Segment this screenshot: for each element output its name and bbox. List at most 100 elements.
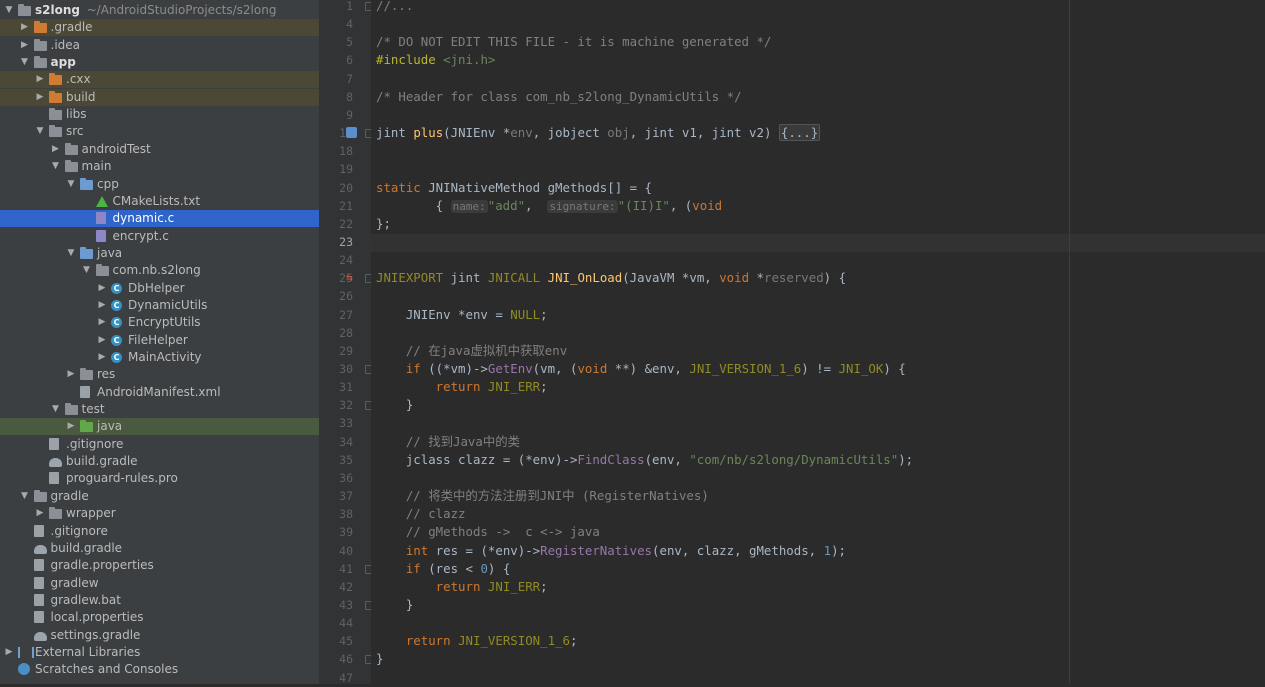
c-file-icon	[95, 212, 106, 225]
chevron-right-icon[interactable]: ▶	[96, 280, 108, 297]
code-line[interactable]: return JNI_ERR;	[376, 578, 548, 596]
chevron-right-icon[interactable]: ▶	[96, 349, 108, 366]
code-line[interactable]: if (res < 0) {	[376, 560, 510, 578]
tree-item-build[interactable]: ▶ build	[0, 88, 319, 106]
code-token: ) {	[883, 361, 906, 376]
chevron-down-icon[interactable]: ▼	[50, 401, 62, 418]
tree-item-manifest[interactable]: AndroidManifest.xml	[0, 384, 319, 401]
code-line[interactable]: //...	[376, 0, 413, 15]
tree-item-app-gitignore[interactable]: .gitignore	[0, 436, 319, 453]
chevron-right-icon[interactable]: ▶	[34, 89, 46, 106]
chevron-down-icon[interactable]: ▼	[19, 54, 31, 71]
tree-item-dynamic-c[interactable]: dynamic.c	[0, 210, 319, 228]
tree-item-libs[interactable]: libs	[0, 106, 319, 123]
tree-item-dbhelper[interactable]: ▶ C DbHelper	[0, 280, 319, 297]
chevron-down-icon[interactable]: ▼	[3, 2, 15, 19]
code-line[interactable]: /* DO NOT EDIT THIS FILE - it is machine…	[376, 33, 771, 51]
tree-item-app-build-gradle[interactable]: build.gradle	[0, 453, 319, 470]
code-token: JNIEXPORT	[376, 270, 451, 286]
tree-item-mainactivity[interactable]: ▶ C MainActivity	[0, 349, 319, 366]
tree-item-test[interactable]: ▼ test	[0, 401, 319, 418]
chevron-right-icon[interactable]: ▶	[34, 505, 46, 522]
tree-item-wrapper[interactable]: ▶ wrapper	[0, 505, 319, 522]
implemented-icon[interactable]	[346, 127, 357, 139]
code-line[interactable]: #include <jni.h>	[376, 51, 495, 69]
tree-item-label: gradle.properties	[50, 558, 154, 573]
code-line[interactable]: if ((*vm)->GetEnv(vm, (void **) &env, JN…	[376, 360, 906, 378]
code-line[interactable]: JNIEXPORT jint JNICALL JNI_OnLoad(JavaVM…	[376, 269, 846, 287]
navigate-related-icon[interactable]: ⇆	[346, 271, 357, 284]
folder-icon	[64, 142, 78, 155]
tree-item-settings-gradle[interactable]: settings.gradle	[0, 627, 319, 644]
java-class-icon: C	[111, 352, 122, 363]
code-line[interactable]: // 在java虚拟机中获取env	[376, 342, 567, 360]
tree-item-cpp[interactable]: ▼ cpp	[0, 176, 319, 193]
chevron-right-icon[interactable]: ▶	[96, 314, 108, 331]
chevron-down-icon[interactable]: ▼	[19, 488, 31, 505]
chevron-right-icon[interactable]: ▶	[3, 644, 15, 661]
code-line[interactable]: // clazz	[376, 505, 466, 523]
chevron-down-icon[interactable]: ▼	[65, 176, 77, 193]
project-tree-panel[interactable]: ▼ s2long ~/AndroidStudioProjects/s2long ▶ .g…	[0, 0, 319, 684]
chevron-right-icon[interactable]: ▶	[50, 141, 62, 158]
code-line[interactable]: // 找到Java中的类	[376, 433, 520, 451]
tree-item-androidtest[interactable]: ▶ androidTest	[0, 141, 319, 158]
tree-item-test-java[interactable]: ▶ java	[0, 418, 319, 436]
tree-item-filehelper[interactable]: ▶ C FileHelper	[0, 332, 319, 349]
code-line[interactable]: }	[376, 596, 413, 614]
chevron-right-icon[interactable]: ▶	[65, 366, 77, 383]
tree-item-gitignore[interactable]: .gitignore	[0, 523, 319, 540]
tree-item-local-properties[interactable]: local.properties	[0, 609, 319, 626]
code-editor[interactable]: //... /* DO NOT EDIT THIS FILE - it is ma…	[371, 0, 1265, 684]
tree-item-package[interactable]: ▼ com.nb.s2long	[0, 262, 319, 279]
tree-item-gradlew[interactable]: gradlew	[0, 575, 319, 592]
code-line[interactable]: }	[376, 396, 413, 414]
code-line[interactable]: jclass clazz = (*env)->FindClass(env, "c…	[376, 451, 913, 469]
tree-item-main[interactable]: ▼ main	[0, 158, 319, 175]
code-line[interactable]: /* Header for class com_nb_s2long_Dynami…	[376, 88, 742, 106]
code-line[interactable]: return JNI_ERR;	[376, 378, 548, 396]
tree-item-external-libraries[interactable]: ▶ External Libraries	[0, 644, 319, 661]
chevron-right-icon[interactable]: ▶	[65, 418, 77, 435]
tree-item-app[interactable]: ▼ app	[0, 54, 319, 71]
code-line[interactable]: static JNINativeMethod gMethods[] = {	[376, 179, 652, 197]
tree-item-gradle-cache[interactable]: ▶ .gradle	[0, 19, 319, 37]
tree-item-cxx[interactable]: ▶ .cxx	[0, 71, 319, 89]
code-line[interactable]: // 将类中的方法注册到JNI中 (RegisterNatives)	[376, 487, 709, 505]
code-line[interactable]: JNIEnv *env = NULL;	[376, 306, 548, 324]
tree-item-gradle[interactable]: ▼ gradle	[0, 488, 319, 505]
code-line[interactable]: // gMethods -> c <-> java	[376, 523, 600, 541]
chevron-down-icon[interactable]: ▼	[34, 123, 46, 140]
tree-item-encrypt-c[interactable]: encrypt.c	[0, 228, 319, 245]
tree-item-dynamicutils[interactable]: ▶ C DynamicUtils	[0, 297, 319, 314]
tree-item-proguard[interactable]: proguard-rules.pro	[0, 470, 319, 487]
tree-item-encryptutils[interactable]: ▶ C EncryptUtils	[0, 314, 319, 331]
line-number: 9	[346, 107, 353, 122]
code-line[interactable]: };	[376, 215, 391, 233]
chevron-right-icon[interactable]: ▶	[34, 71, 46, 88]
chevron-right-icon[interactable]: ▶	[96, 297, 108, 314]
tree-item-label: androidTest	[81, 141, 151, 156]
tree-item-gradlew-bat[interactable]: gradlew.bat	[0, 592, 319, 609]
code-line[interactable]: }	[376, 650, 383, 668]
code-line[interactable]: return JNI_VERSION_1_6;	[376, 632, 578, 650]
tree-item-scratches[interactable]: Scratches and Consoles	[0, 661, 319, 678]
chevron-right-icon[interactable]: ▶	[19, 19, 31, 36]
code-line[interactable]: jint plus(JNIEnv *env, jobject obj, jint…	[376, 124, 821, 142]
tree-item-res[interactable]: ▶ res	[0, 366, 319, 383]
tree-item-gradle-properties[interactable]: gradle.properties	[0, 557, 319, 574]
chevron-right-icon[interactable]: ▶	[96, 332, 108, 349]
code-token: // clazz	[376, 506, 466, 522]
chevron-down-icon[interactable]: ▼	[50, 158, 62, 175]
tree-item-cmakelists[interactable]: CMakeLists.txt	[0, 193, 319, 210]
chevron-right-icon[interactable]: ▶	[19, 37, 31, 54]
code-line[interactable]: { name: "add", signature: "(II)I", (void	[376, 197, 722, 215]
tree-item-java[interactable]: ▼ java	[0, 245, 319, 262]
code-line[interactable]: int res = (*env)->RegisterNatives(env, c…	[376, 542, 846, 560]
tree-item-s2long[interactable]: ▼ s2long ~/AndroidStudioProjects/s2long	[0, 2, 319, 19]
tree-item-src[interactable]: ▼ src	[0, 123, 319, 140]
chevron-down-icon[interactable]: ▼	[65, 245, 77, 262]
chevron-down-icon[interactable]: ▼	[81, 262, 93, 279]
tree-item-idea[interactable]: ▶ .idea	[0, 37, 319, 54]
tree-item-build-gradle[interactable]: build.gradle	[0, 540, 319, 557]
